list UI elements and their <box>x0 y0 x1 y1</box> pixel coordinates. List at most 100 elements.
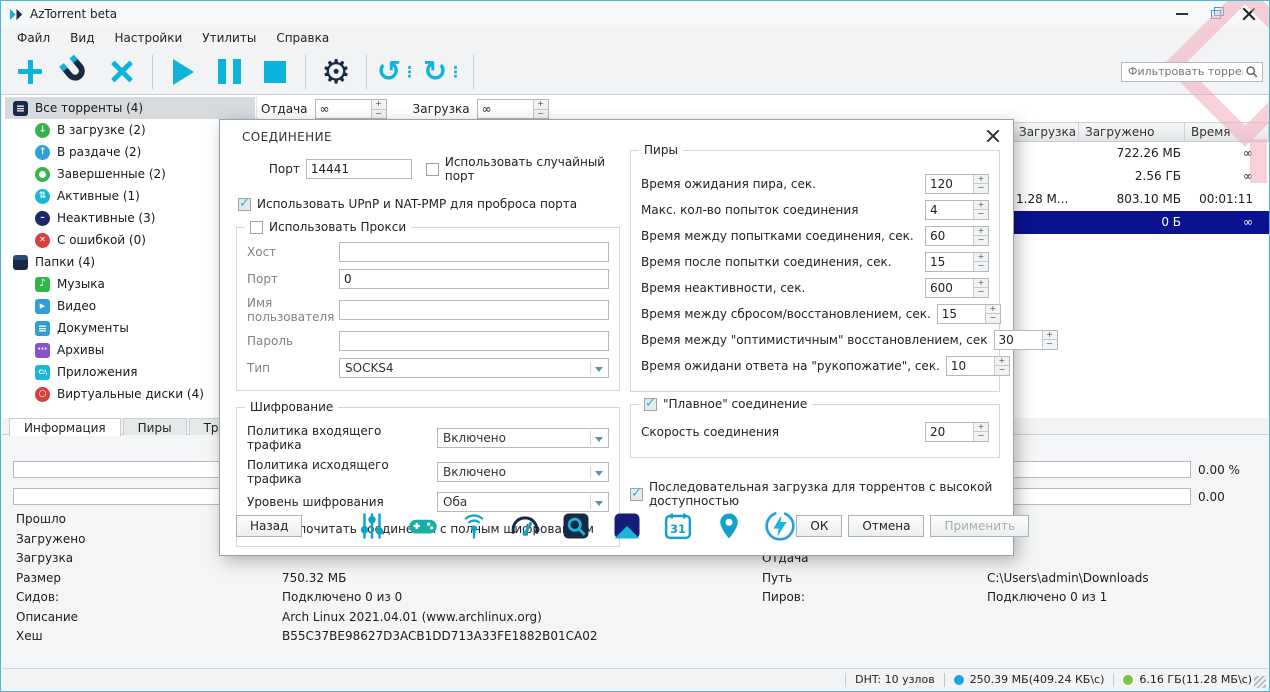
sidebar: Все торренты (4) В загрузке (2) В раздач… <box>5 97 255 405</box>
sidebar-item-all-torrents[interactable]: Все торренты (4) <box>5 97 255 119</box>
add-torrent-button[interactable] <box>7 51 53 93</box>
sidebar-item-archives[interactable]: Архивы <box>5 339 255 361</box>
toolbar <box>1 49 1269 95</box>
sidebar-item-virtual-disks[interactable]: Виртуальные диски (4) <box>5 383 255 405</box>
detail-row-seeds: Сидов: Подключено 0 из 0 <box>16 590 403 604</box>
torrent-filter-input[interactable] <box>1126 64 1245 79</box>
speedometer-icon[interactable] <box>509 510 541 542</box>
redo-queue-button[interactable] <box>420 51 466 93</box>
handshake-timeout-spinbox[interactable]: 10 + − <box>945 355 1010 376</box>
spin-down-button[interactable]: − <box>974 288 988 297</box>
sequential-download-checkbox[interactable] <box>630 486 643 501</box>
spin-down-button[interactable]: − <box>974 262 988 271</box>
antenna-icon[interactable] <box>458 510 490 542</box>
download-limit-label: Загрузка <box>412 102 470 116</box>
tab-information[interactable]: Информация <box>9 418 121 436</box>
port-field[interactable] <box>305 159 412 179</box>
connection-speed-spinbox[interactable]: 20 + − <box>925 421 989 442</box>
menu-item-file[interactable]: Файл <box>7 28 60 48</box>
spin-down-button[interactable]: − <box>1042 340 1057 349</box>
sidebar-item-active[interactable]: Активные (1) <box>5 185 255 207</box>
proxy-username-field[interactable] <box>339 300 609 320</box>
proxy-enable-checkbox[interactable] <box>250 220 263 234</box>
sidebar-item-downloading[interactable]: В загрузке (2) <box>5 119 255 141</box>
random-port-checkbox[interactable] <box>425 162 439 176</box>
upload-limit-spinbox[interactable]: ∞ + − <box>314 99 387 119</box>
sidebar-item-applications[interactable]: Приложения <box>5 361 255 383</box>
download-arrow-icon <box>35 122 50 138</box>
proxy-type-select[interactable]: SOCKS4 <box>339 358 609 378</box>
gear-icon <box>321 55 351 88</box>
proxy-port-field[interactable] <box>339 269 609 289</box>
stop-button[interactable] <box>252 51 298 93</box>
max-attempts-spinbox[interactable]: 4 + − <box>925 199 989 220</box>
sidebar-item-inactive[interactable]: Неактивные (3) <box>5 207 255 229</box>
calendar-icon[interactable]: 31 <box>662 510 694 542</box>
reset-restore-spinbox[interactable]: 15 + − <box>936 303 1001 324</box>
remove-torrent-button[interactable] <box>99 51 145 93</box>
map-pin-icon[interactable] <box>713 510 745 542</box>
minimize-button[interactable] <box>1173 6 1191 22</box>
inactivity-spinbox[interactable]: 600 + − <box>925 277 989 298</box>
table-header-time[interactable]: Время <box>1185 123 1269 141</box>
spin-down-button[interactable]: − <box>985 314 1000 323</box>
gamepad-icon[interactable] <box>407 510 439 542</box>
start-button[interactable] <box>160 51 206 93</box>
apply-button[interactable]: Применить <box>930 515 1030 537</box>
sidebar-item-music[interactable]: Музыка <box>5 273 255 295</box>
spin-down-button[interactable]: − <box>974 210 988 219</box>
cancel-button[interactable]: Отмена <box>848 515 925 537</box>
az-logo-icon[interactable] <box>611 510 643 542</box>
spin-down-button[interactable]: − <box>533 109 548 118</box>
sidebar-item-documents[interactable]: Документы <box>5 317 255 339</box>
upnp-checkbox[interactable] <box>238 196 251 211</box>
spin-down-button[interactable]: − <box>974 184 988 193</box>
tab-peers[interactable]: Пиры <box>122 418 187 435</box>
dialog-close-button[interactable] <box>985 128 1001 144</box>
sidebar-item-finished[interactable]: Завершенные (2) <box>5 163 255 185</box>
spin-down-button[interactable]: − <box>994 366 1009 375</box>
proxy-password-field[interactable] <box>339 331 609 351</box>
sidebar-item-folders[interactable]: Папки (4) <box>5 251 255 273</box>
menu-item-settings[interactable]: Настройки <box>104 28 192 48</box>
sidebar-item-error[interactable]: С ошибкой (0) <box>5 229 255 251</box>
back-button[interactable]: Назад <box>236 515 303 537</box>
smooth-enable-checkbox[interactable] <box>644 396 657 411</box>
spin-down-button[interactable]: − <box>974 432 988 441</box>
sidebar-item-video[interactable]: Видео <box>5 295 255 317</box>
after-attempt-spinbox[interactable]: 15 + − <box>925 251 989 272</box>
music-note-icon <box>35 276 50 292</box>
peer-setting-row: Макс. кол-во попыток соединения 4 + − <box>641 199 989 220</box>
resize-grip[interactable] <box>1254 676 1266 688</box>
settings-button[interactable] <box>313 51 359 93</box>
maximize-button[interactable] <box>1207 6 1225 22</box>
spin-down-button[interactable]: − <box>974 236 988 245</box>
download-limit-spinbox[interactable]: ∞ + − <box>476 99 549 119</box>
pause-button[interactable] <box>206 51 252 93</box>
between-attempts-spinbox[interactable]: 60 + − <box>925 225 989 246</box>
peer-wait-spinbox[interactable]: 120 + − <box>925 173 989 194</box>
menu-item-utilities[interactable]: Утилиты <box>192 28 266 48</box>
outgoing-policy-select[interactable]: Включено <box>437 462 609 482</box>
dht-status: DHT: 10 узлов <box>855 673 935 686</box>
undo-queue-button[interactable] <box>374 51 420 93</box>
table-header-download-speed[interactable]: Загрузка <box>1013 123 1079 141</box>
close-button[interactable] <box>1241 6 1257 22</box>
table-header-downloaded[interactable]: Загружено <box>1079 123 1185 141</box>
optimistic-restore-spinbox[interactable]: 30 + − <box>993 329 1058 350</box>
spin-down-button[interactable]: − <box>371 109 386 118</box>
title-bar: AzTorrent beta <box>1 1 1269 27</box>
sliders-icon[interactable] <box>356 510 388 542</box>
hdd-search-icon[interactable] <box>560 510 592 542</box>
sidebar-item-seeding[interactable]: В раздаче (2) <box>5 141 255 163</box>
lightning-icon[interactable] <box>764 510 796 542</box>
status-separator <box>943 672 945 687</box>
incoming-policy-select[interactable]: Включено <box>437 428 609 448</box>
smooth-group-label: "Плавное" соединение <box>663 397 808 411</box>
proxy-host-field[interactable] <box>339 242 609 262</box>
peer-setting-row: Время после попытки соединения, сек. 15 + − <box>641 251 989 272</box>
menu-item-view[interactable]: Вид <box>60 28 104 48</box>
ok-button[interactable]: ОК <box>796 515 843 537</box>
menu-item-help[interactable]: Справка <box>266 28 339 48</box>
add-magnet-button[interactable] <box>53 51 99 93</box>
